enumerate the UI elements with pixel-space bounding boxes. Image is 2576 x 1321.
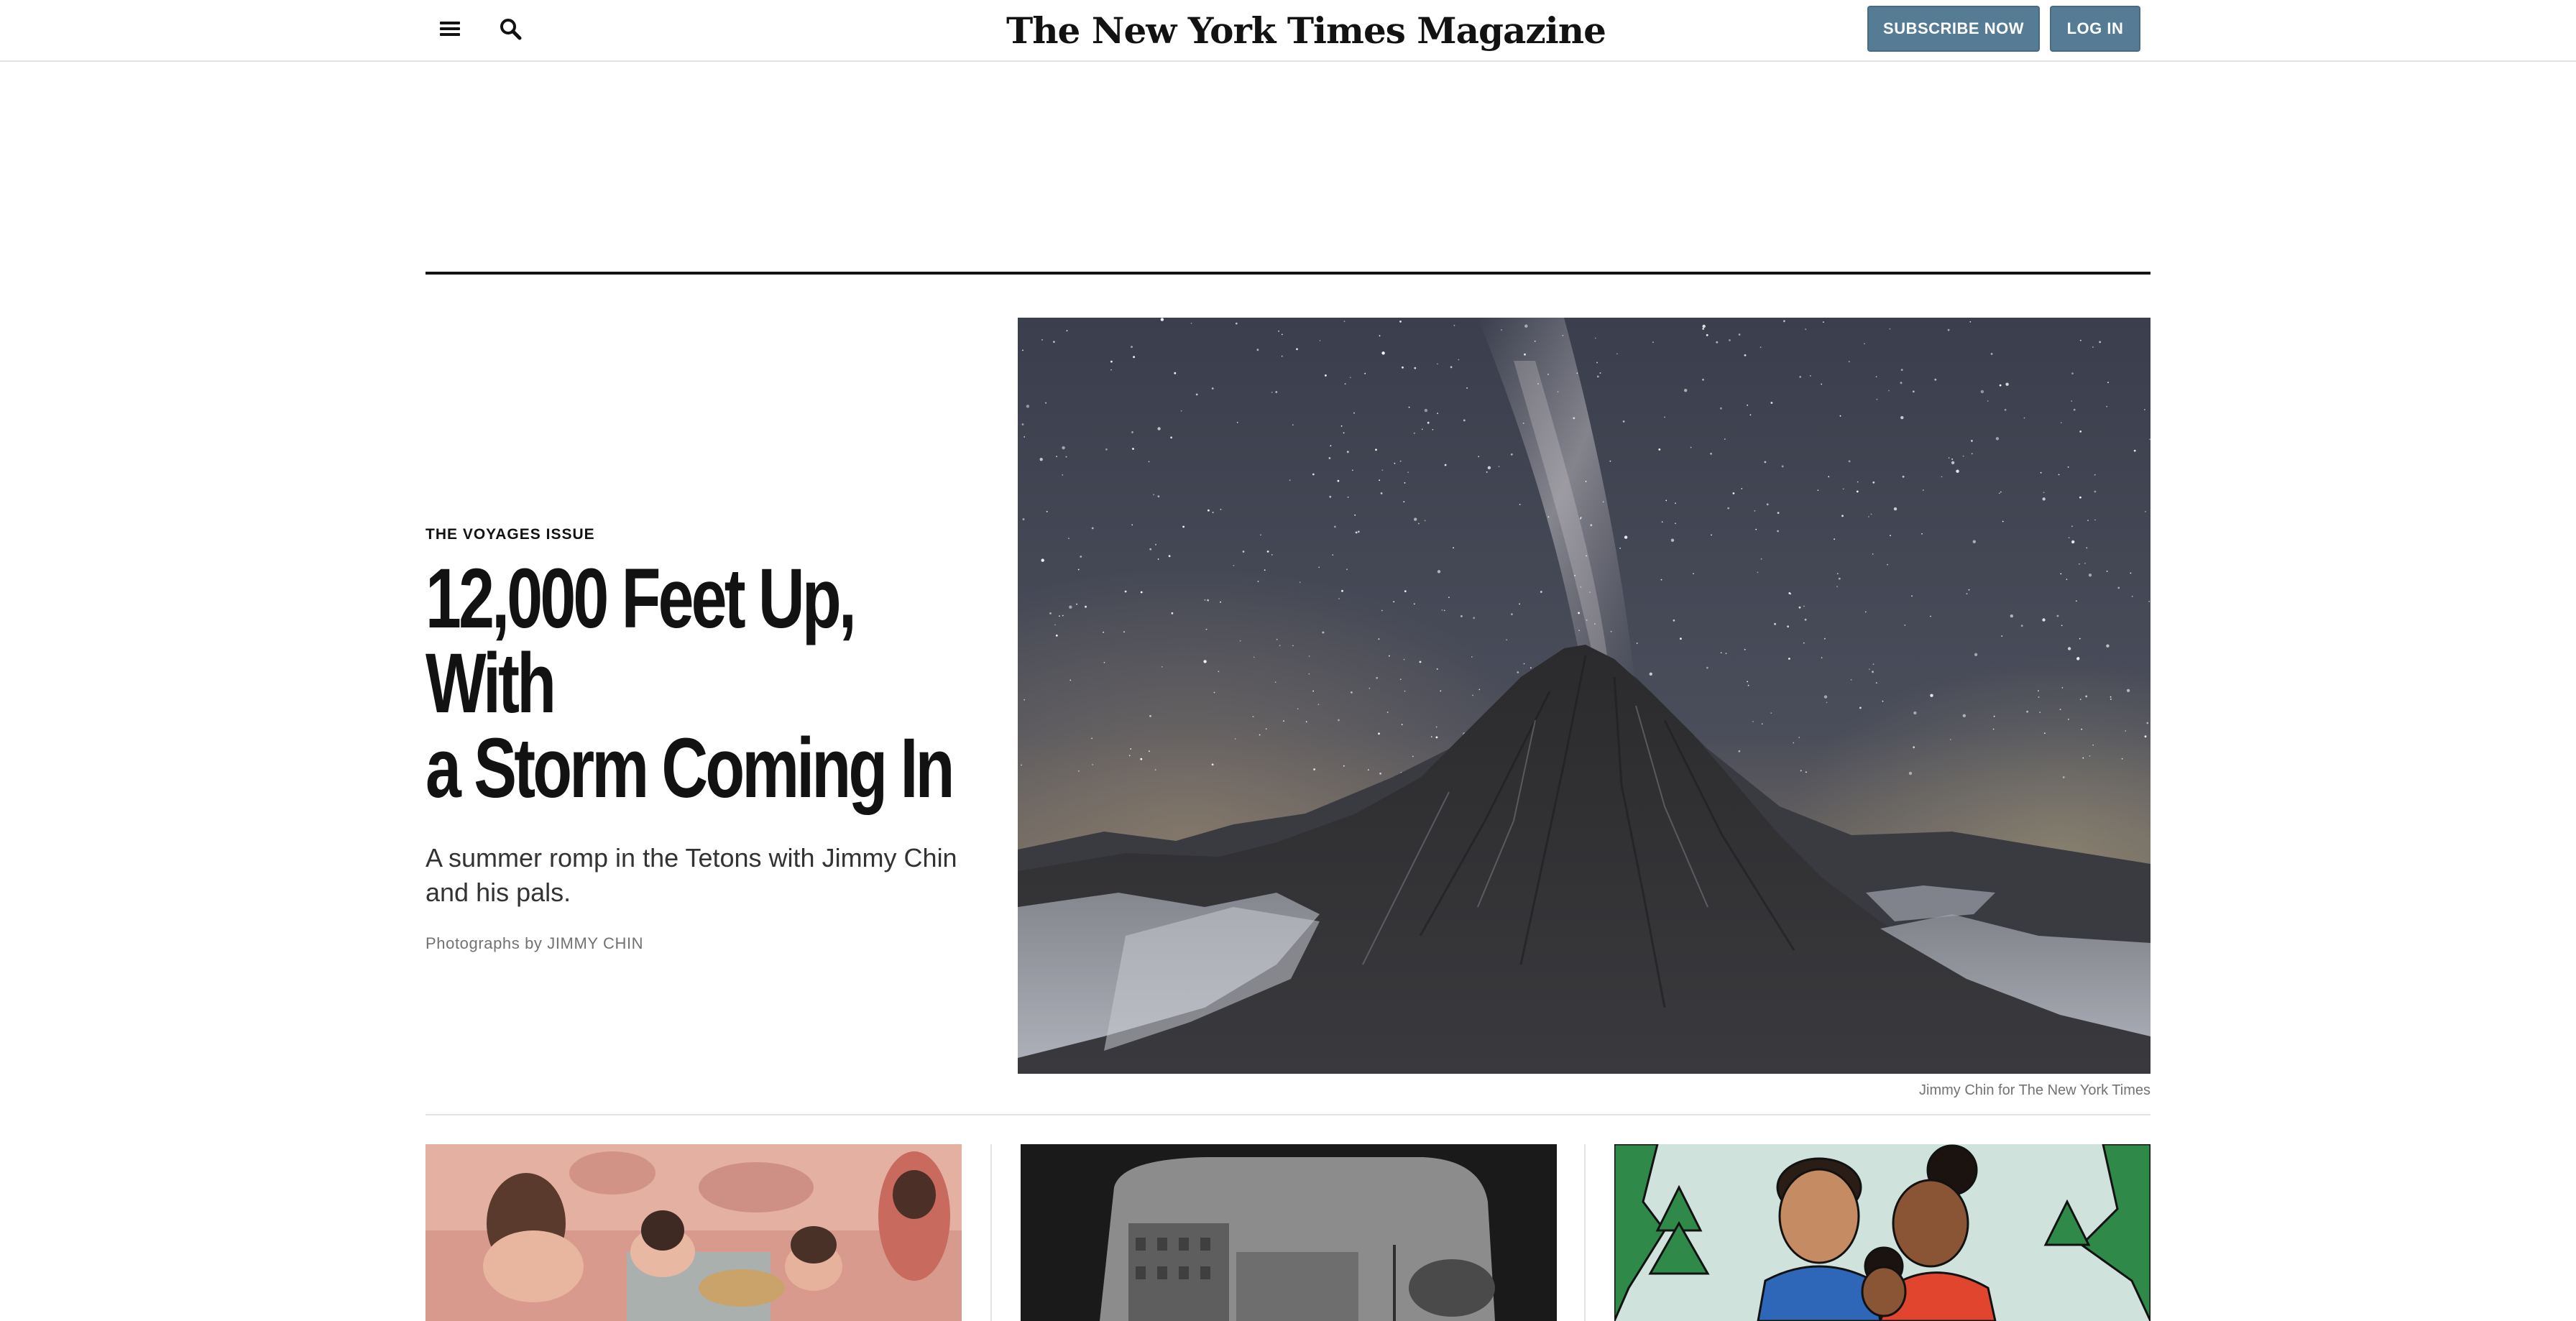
story-card-1[interactable] — [426, 1144, 962, 1321]
site-logo[interactable]: The New York Times Magazine — [1006, 6, 1606, 56]
story-card-3[interactable] — [1614, 1144, 2150, 1321]
login-button[interactable]: LOG IN — [2050, 6, 2140, 52]
headline-line-2: a Storm Coming In — [426, 721, 954, 816]
story-headline[interactable]: 12,000 Feet Up, With a Storm Coming In — [426, 556, 972, 811]
lead-story: THE VOYAGES ISSUE 12,000 Feet Up, With a… — [426, 526, 972, 953]
women-bathing-photo — [426, 1144, 962, 1321]
image-caption: Jimmy Chin for The New York Times — [1919, 1082, 2150, 1098]
story-card-2[interactable] — [1021, 1144, 1557, 1321]
ad-space — [0, 63, 2576, 272]
story-kicker: THE VOYAGES ISSUE — [426, 526, 595, 543]
illustration-family — [1614, 1144, 2150, 1321]
hamburger-menu-icon[interactable] — [438, 19, 461, 39]
subscribe-button[interactable]: SUBSCRIBE NOW — [1867, 6, 2040, 52]
car-mirror-photo — [1021, 1144, 1557, 1321]
lead-story-image[interactable] — [1018, 318, 2150, 1074]
card-divider — [1584, 1144, 1586, 1321]
headline-line-1: 12,000 Feet Up, With — [426, 551, 857, 731]
card-divider — [990, 1144, 992, 1321]
site-header: The New York Times Magazine SUBSCRIBE NO… — [0, 0, 2576, 62]
section-rule — [426, 272, 2150, 275]
search-icon[interactable] — [499, 17, 523, 42]
story-byline: Photographs by JIMMY CHIN — [426, 934, 644, 952]
section-divider — [426, 1114, 2150, 1115]
story-summary: A summer romp in the Tetons with Jimmy C… — [426, 843, 957, 907]
